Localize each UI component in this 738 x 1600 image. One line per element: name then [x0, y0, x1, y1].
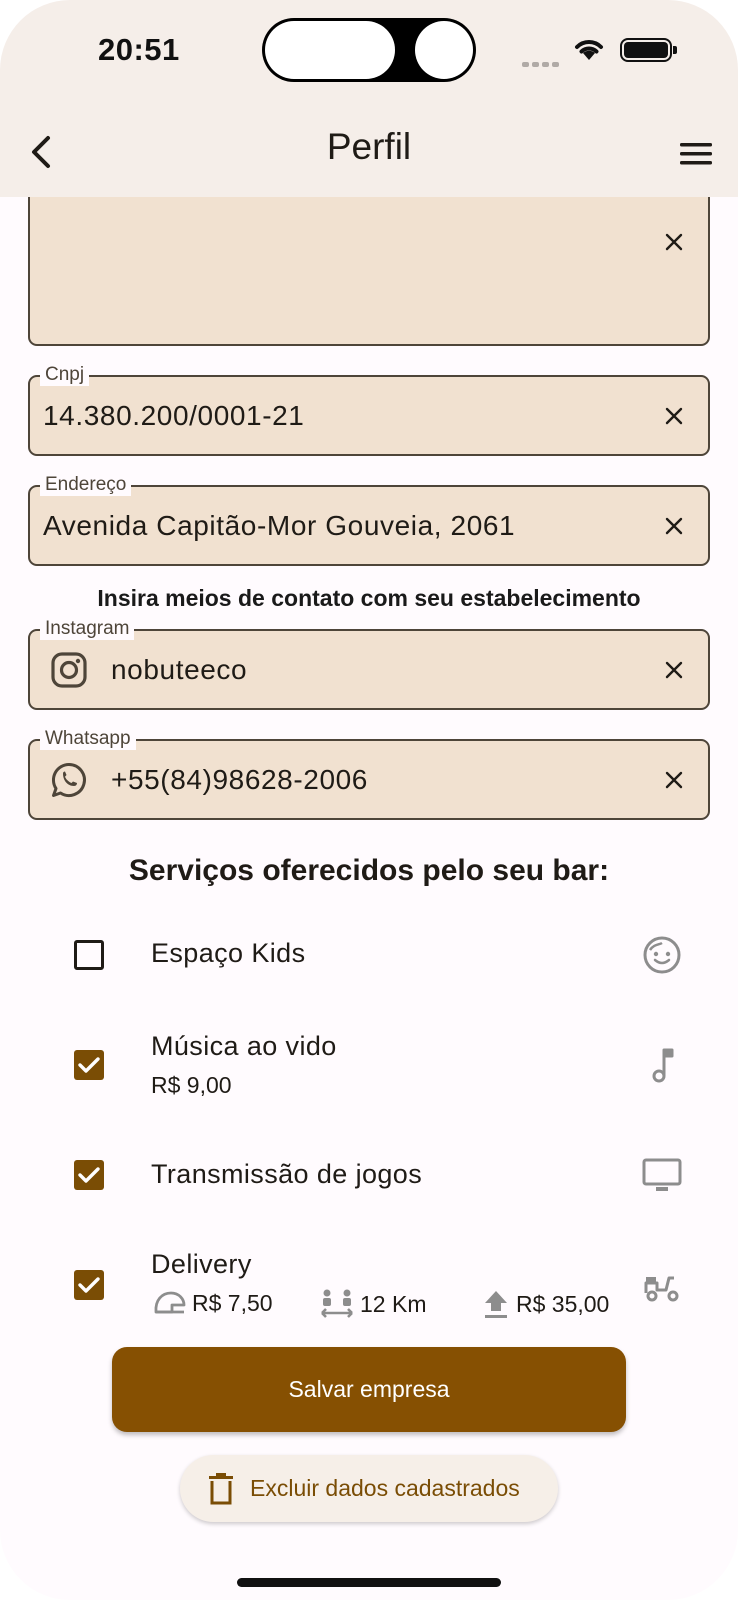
delivery-fee: R$ 7,50: [152, 1288, 273, 1318]
helmet-icon: [154, 1291, 186, 1314]
phone-screen: 20:51 Perfil Pe: [0, 0, 738, 1600]
instagram-icon: [51, 651, 87, 688]
monitor-icon: [642, 1158, 682, 1191]
clear-icon[interactable]: [662, 658, 686, 682]
delivery-fee-value: R$ 7,50: [192, 1289, 273, 1316]
app-bar-title: Perfil: [326, 126, 412, 167]
checkbox-musica[interactable]: [74, 1050, 104, 1080]
instagram-value: nobuteeco: [111, 653, 248, 685]
save-company-label: Salvar empresa: [288, 1376, 450, 1402]
checkbox-espaco-kids[interactable]: [74, 940, 104, 970]
home-indicator: [237, 1578, 501, 1587]
child-face-icon: [643, 936, 681, 974]
wifi-icon: [575, 40, 603, 60]
instagram-field[interactable]: Instagram nobuteeco: [28, 618, 710, 710]
whatsapp-field[interactable]: Whatsapp +55(84)98628-2006: [28, 728, 710, 820]
delivery-distance-value: 12 Km: [360, 1290, 427, 1317]
service-label-espaco-kids: Espaço Kids: [151, 938, 306, 968]
dynamic-island: [262, 18, 476, 82]
address-field[interactable]: Endereço Avenida Capitão-Mor Gouveia, 20…: [28, 474, 710, 566]
clear-icon[interactable]: [662, 514, 686, 538]
delete-data-label: Excluir dados cadastrados: [250, 1475, 520, 1501]
delivery-distance: 12 Km: [318, 1288, 426, 1320]
distance-people-icon: [321, 1289, 353, 1318]
clear-icon[interactable]: [662, 768, 686, 792]
save-company-button[interactable]: Salvar empresa: [112, 1347, 626, 1432]
status-time: 20:51: [98, 32, 180, 67]
service-price-musica: R$ 9,00: [151, 1072, 232, 1098]
cnpj-field[interactable]: Cnpj 14.380.200/0001-21: [28, 364, 710, 456]
status-bar: 20:51: [0, 0, 738, 110]
cellular-signal-icon: [522, 54, 562, 72]
delivery-minimum-value: R$ 35,00: [516, 1290, 610, 1317]
service-label-musica: Música ao vido: [151, 1031, 337, 1061]
cnpj-value: 14.380.200/0001-21: [43, 399, 305, 431]
clear-icon[interactable]: [662, 404, 686, 428]
upload-arrow-icon: [485, 1291, 507, 1318]
music-note-icon: [652, 1048, 674, 1083]
trash-icon: [209, 1472, 233, 1504]
delete-data-button[interactable]: Excluir dados cadastrados: [180, 1455, 558, 1522]
clear-icon[interactable]: [662, 230, 686, 254]
whatsapp-icon: [51, 762, 86, 797]
contact-heading: Insira meios de contato com seu estabele…: [97, 585, 641, 611]
checkbox-transmissao[interactable]: [74, 1160, 104, 1190]
menu-button-icon[interactable]: [676, 134, 716, 174]
checkmark-icon: [78, 1277, 100, 1293]
whatsapp-value: +55(84)98628-2006: [111, 763, 368, 795]
service-label-transmissao: Transmissão de jogos: [151, 1159, 423, 1189]
delivery-minimum: R$ 35,00: [480, 1288, 609, 1320]
battery-icon: [620, 38, 677, 62]
checkmark-icon: [78, 1167, 100, 1183]
services-heading: Serviços oferecidos pelo seu bar:: [128, 854, 610, 887]
checkmark-icon: [78, 1057, 100, 1073]
address-value: Avenida Capitão-Mor Gouveia, 2061: [43, 509, 516, 541]
scooter-icon: [644, 1276, 679, 1302]
service-label-delivery: Delivery: [151, 1249, 252, 1279]
app-bar-overlay: Perfil: [0, 110, 738, 197]
checkbox-delivery[interactable]: [74, 1270, 104, 1300]
